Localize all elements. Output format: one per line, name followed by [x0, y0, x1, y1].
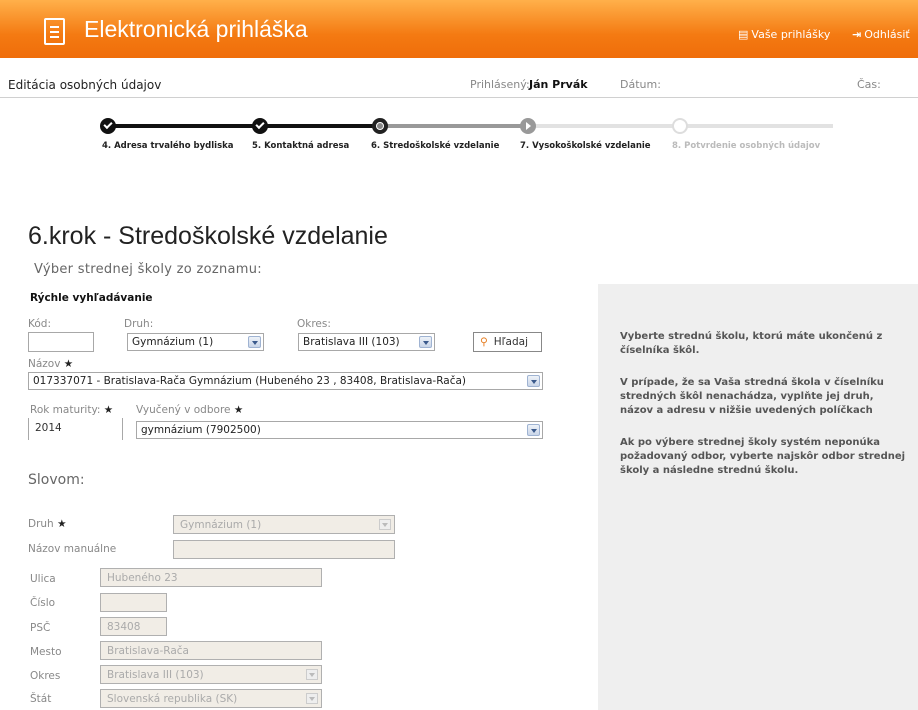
applications-icon: ▤: [738, 28, 749, 41]
school-name-value: 017337071 - Bratislava-Rača Gymnázium (H…: [33, 375, 467, 387]
help-panel: Vyberte strednú školu, ktorú máte ukonče…: [598, 284, 918, 710]
field-of-study-select[interactable]: gymnázium (7902500): [136, 421, 543, 439]
graduation-year-label-text: Rok maturity:: [30, 404, 101, 416]
date-label: Dátum:: [620, 78, 661, 91]
select-school-heading: Výber strednej školy zo zoznamu:: [34, 262, 262, 277]
app-title: Elektronická prihláška: [84, 16, 308, 42]
step-label-6: 6. Stredoškolské vzdelanie: [371, 141, 500, 151]
manual-type-label-text: Druh: [28, 518, 54, 530]
name-label-text: Názov: [28, 358, 61, 370]
country-select: Slovenská republika (SK): [100, 689, 322, 708]
step-4-check-icon: [100, 118, 116, 134]
manual-district-label: Okres: [30, 670, 61, 682]
type-select[interactable]: Gymnázium (1): [127, 333, 264, 351]
name-label: Názov ★: [28, 358, 73, 370]
step-label-7: 7. Vysokoškolské vzdelanie: [520, 141, 651, 151]
manual-name-input: [173, 540, 395, 559]
manual-name-label: Názov manuálne: [28, 543, 117, 555]
postal-code-label: PSČ: [30, 622, 51, 634]
required-star-icon: ★: [57, 518, 67, 530]
graduation-year-input[interactable]: 2014: [28, 418, 123, 440]
street-input: Hubeného 23: [100, 568, 322, 587]
page-title: Editácia osobných údajov: [8, 78, 162, 92]
stepper-line-next: [380, 124, 528, 128]
chevron-down-icon: [306, 693, 318, 704]
help-text-field-of-study: Ak po výbere strednej školy systém nepon…: [620, 437, 906, 476]
step-8-circle-icon: [672, 118, 688, 134]
code-input[interactable]: [28, 332, 94, 352]
step-label-5[interactable]: 5. Kontaktná adresa: [252, 141, 349, 151]
district-select-value: Bratislava III (103): [303, 336, 400, 348]
step-7-arrow-icon: [520, 118, 536, 134]
search-icon: ⚲: [480, 336, 488, 348]
logged-user: Ján Prvák: [529, 78, 588, 91]
step-heading: 6.krok - Stredoškolské vzdelanie: [28, 222, 388, 250]
manual-district-value: Bratislava III (103): [107, 669, 204, 681]
stepper-line-done: [108, 124, 380, 128]
manual-type-label: Druh ★: [28, 518, 66, 530]
field-of-study-value: gymnázium (7902500): [141, 424, 261, 436]
document-icon: [44, 18, 65, 45]
manual-type-select: Gymnázium (1): [173, 515, 395, 534]
type-label: Druh:: [124, 318, 154, 330]
manual-type-value: Gymnázium (1): [180, 519, 262, 531]
required-star-icon: ★: [63, 358, 74, 370]
district-select[interactable]: Bratislava III (103): [298, 333, 435, 351]
graduation-year-label: Rok maturity: ★: [30, 404, 113, 416]
manual-district-select: Bratislava III (103): [100, 665, 322, 684]
code-label: Kód:: [28, 318, 51, 330]
my-applications-label: Vaše prihlášky: [751, 28, 831, 41]
school-name-select[interactable]: 017337071 - Bratislava-Rača Gymnázium (H…: [28, 372, 543, 390]
manual-entry-heading: Slovom:: [28, 472, 85, 488]
district-label: Okres:: [297, 318, 331, 330]
postal-code-input: 83408: [100, 617, 167, 636]
chevron-down-icon: [379, 519, 391, 530]
field-of-study-label-text: Vyučený v odbore: [136, 404, 231, 416]
step-5-check-icon: [252, 118, 268, 134]
help-text-select: Vyberte strednú školu, ktorú máte ukonče…: [620, 331, 883, 356]
logout-link[interactable]: ⇥ Odhlásiť: [852, 28, 910, 41]
number-label: Číslo: [30, 597, 56, 609]
street-label: Ulica: [30, 573, 56, 585]
required-star-icon: ★: [103, 404, 114, 416]
chevron-down-icon: [248, 336, 261, 348]
city-label: Mesto: [30, 646, 62, 658]
progress-stepper: 4. Adresa trvalého bydliska 5. Kontaktná…: [0, 110, 918, 170]
my-applications-link[interactable]: ▤ Vaše prihlášky: [738, 28, 830, 41]
step-label-4[interactable]: 4. Adresa trvalého bydliska: [102, 141, 234, 151]
logged-label: Prihlásený:: [470, 78, 530, 91]
search-button-label: Hľadaj: [493, 336, 528, 348]
logout-icon: ⇥: [852, 28, 862, 41]
step-6-current-icon: [372, 118, 388, 134]
logout-label: Odhlásiť: [864, 28, 910, 41]
subheader: Editácia osobných údajov Prihlásený: Ján…: [0, 70, 918, 98]
chevron-down-icon: [306, 669, 318, 680]
quick-search-heading: Rýchle vyhľadávanie: [30, 292, 153, 304]
chevron-down-icon: [527, 424, 540, 436]
top-bar: Elektronická prihláška ▤ Vaše prihlášky ⇥…: [0, 0, 918, 58]
country-value: Slovenská republika (SK): [107, 693, 238, 705]
help-text-not-found: V prípade, že sa Vaša stredná škola v čí…: [620, 377, 884, 416]
search-button[interactable]: ⚲ Hľadaj: [473, 332, 542, 352]
time-label: Čas:: [857, 78, 881, 91]
step-label-8: 8. Potvrdenie osobných údajov: [672, 141, 821, 151]
required-star-icon: ★: [233, 404, 244, 416]
chevron-down-icon: [419, 336, 432, 348]
number-input: [100, 593, 167, 612]
chevron-down-icon: [527, 375, 540, 387]
type-select-value: Gymnázium (1): [132, 336, 214, 348]
city-input: Bratislava-Rača: [100, 641, 322, 660]
field-of-study-label: Vyučený v odbore ★: [136, 404, 243, 416]
country-label: Štát: [30, 693, 52, 705]
